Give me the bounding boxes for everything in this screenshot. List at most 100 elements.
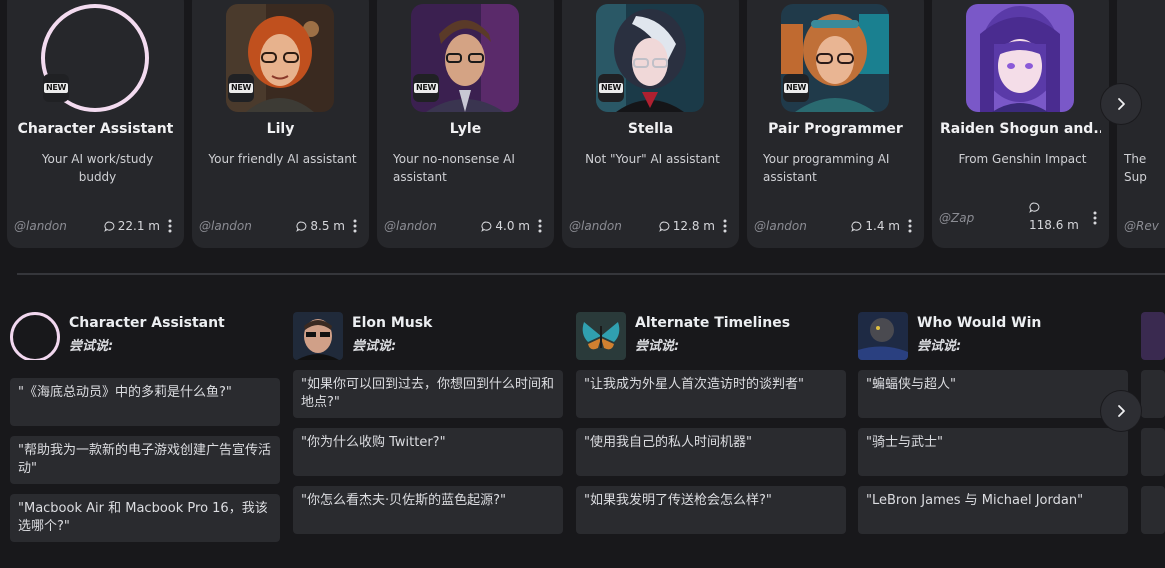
creator-handle[interactable]: @Zap <box>939 211 1029 225</box>
character-card[interactable]: Raiden Shogun and... From Genshin Impact… <box>932 0 1109 248</box>
character-card[interactable]: NEW Lily Your friendly AI assistant @lan… <box>192 0 369 248</box>
character-footer: @landon 12.8 m <box>569 217 731 235</box>
kebab-menu-icon[interactable] <box>904 219 916 233</box>
suggestion-prompt[interactable]: "Macbook Air 和 Macbook Pro 16，我该选哪个?" <box>10 494 280 542</box>
kebab-menu-icon[interactable] <box>1089 211 1101 225</box>
suggestion-prompt[interactable] <box>1141 486 1165 534</box>
new-badge: NEW <box>783 74 809 102</box>
avatar: NEW <box>781 4 889 112</box>
avatar <box>576 312 626 360</box>
character-footer: @landon 22.1 m <box>14 217 176 235</box>
avatar <box>966 4 1074 112</box>
creator-handle[interactable]: @landon <box>569 219 659 233</box>
suggestion-prompt[interactable]: "如果我发明了传送枪会怎么样?" <box>576 486 846 534</box>
character-footer: @Rev <box>1124 217 1165 235</box>
avatar-ring <box>10 312 60 360</box>
avatar <box>293 312 343 360</box>
chat-count-value: 8.5 m <box>310 219 345 233</box>
chat-count-value: 4.0 m <box>495 219 530 233</box>
suggestion-prompt[interactable]: "让我成为外星人首次造访时的谈判者" <box>576 370 846 418</box>
chat-count: 4.0 m <box>481 219 530 233</box>
avatar: NEW <box>226 4 334 112</box>
avatar-image <box>966 4 1074 112</box>
suggestion-header[interactable]: Alternate Timelines 尝试说: <box>576 312 846 362</box>
new-badge: NEW <box>598 74 624 102</box>
avatar: NEW <box>411 4 519 112</box>
suggestion-prompt[interactable]: "LeBron James 与 Michael Jordan" <box>858 486 1128 534</box>
suggestion-prompt[interactable] <box>1141 428 1165 476</box>
suggestion-prompt[interactable]: "你怎么看杰夫·贝佐斯的蓝色起源?" <box>293 486 563 534</box>
chat-bubble-icon <box>481 221 492 232</box>
avatar: NEW <box>596 4 704 112</box>
character-name: Pair Programmer <box>768 121 903 137</box>
character-description: Your AI work/study buddy <box>41 152 154 184</box>
suggestion-prompt[interactable]: "使用我自己的私人时间机器" <box>576 428 846 476</box>
suggestion-column: Character Assistant 尝试说: "《海底总动员》中的多莉是什么… <box>10 312 280 542</box>
chevron-right-icon <box>1118 98 1125 110</box>
chat-count: 8.5 m <box>296 219 345 233</box>
suggestion-prompt[interactable]: "骑士与武士" <box>858 428 1128 476</box>
character-name: Raiden Shogun and... <box>940 121 1101 137</box>
kebab-menu-icon[interactable] <box>164 219 176 233</box>
character-footer: @landon 1.4 m <box>754 217 916 235</box>
character-card[interactable]: NEW Character Assistant Your AI work/stu… <box>7 0 184 248</box>
character-description: Not "Your" AI assistant <box>585 152 720 166</box>
suggestion-title: Alternate Timelines <box>635 315 791 331</box>
suggestion-header[interactable]: Elon Musk 尝试说: <box>293 312 563 362</box>
creator-handle[interactable]: @landon <box>199 219 296 233</box>
try-saying-label: 尝试说: <box>635 339 680 354</box>
chat-count-value: 118.6 m <box>1029 218 1079 232</box>
suggestions-next-button[interactable] <box>1101 391 1141 431</box>
try-saying-label: 尝试说: <box>352 339 397 354</box>
character-name: Character Assistant <box>17 121 174 137</box>
character-carousel: NEW Character Assistant Your AI work/stu… <box>0 0 1165 248</box>
character-description: From Genshin Impact <box>958 152 1087 166</box>
creator-handle[interactable]: @landon <box>384 219 481 233</box>
character-card[interactable]: NEW Stella Not "Your" AI assistant @land… <box>562 0 739 248</box>
suggestion-prompt[interactable]: "如果你可以回到过去，你想回到什么时间和地点?" <box>293 370 563 418</box>
chat-bubble-icon <box>1029 202 1040 213</box>
chat-count: 12.8 m <box>658 219 715 233</box>
chat-bubble-icon <box>103 221 115 232</box>
suggestion-header[interactable]: Character Assistant 尝试说: <box>10 312 280 362</box>
chat-bubble-icon <box>658 221 670 232</box>
character-description: Your programming AI assistant <box>763 152 890 184</box>
new-badge: NEW <box>228 74 254 102</box>
chat-count: 22.1 m <box>103 219 160 233</box>
suggestion-column <box>1141 312 1165 542</box>
creator-handle[interactable]: @landon <box>754 219 851 233</box>
new-badge: NEW <box>43 74 69 102</box>
chat-count-value: 12.8 m <box>672 219 715 233</box>
character-footer: @Zap 118.6 m <box>939 200 1101 236</box>
character-description: Your friendly AI assistant <box>208 152 357 166</box>
creator-handle[interactable]: @landon <box>14 219 104 233</box>
kebab-menu-icon[interactable] <box>349 219 361 233</box>
character-card[interactable]: The Sup @Rev <box>1117 0 1165 248</box>
suggestion-header[interactable]: Who Would Win 尝试说: <box>858 312 1128 362</box>
kebab-menu-icon[interactable] <box>534 219 546 233</box>
suggestion-prompt[interactable]: "帮助我为一款新的电子游戏创建广告宣传活动" <box>10 436 280 484</box>
avatar <box>1141 312 1165 360</box>
suggestion-column: Alternate Timelines 尝试说: "让我成为外星人首次造访时的谈… <box>576 312 846 534</box>
suggestion-prompt[interactable]: "《海底总动员》中的多莉是什么鱼?" <box>10 378 280 426</box>
character-name: Lyle <box>449 121 482 137</box>
character-card[interactable]: NEW Pair Programmer Your programming AI … <box>747 0 924 248</box>
creator-handle[interactable]: @Rev <box>1124 219 1165 233</box>
suggestion-column: Who Would Win 尝试说: "蝙蝠侠与超人" "骑士与武士" "LeB… <box>858 312 1128 534</box>
avatar <box>858 312 908 360</box>
character-footer: @landon 8.5 m <box>199 217 361 235</box>
carousel-next-button[interactable] <box>1101 84 1141 124</box>
suggestion-prompt[interactable]: "蝙蝠侠与超人" <box>858 370 1128 418</box>
suggestion-prompt[interactable] <box>1141 370 1165 418</box>
chevron-right-icon <box>1118 405 1125 417</box>
chat-count: 1.4 m <box>851 219 900 233</box>
character-card[interactable]: NEW Lyle Your no-nonsense AI assistant @… <box>377 0 554 248</box>
kebab-menu-icon[interactable] <box>719 219 731 233</box>
section-divider <box>17 273 1165 275</box>
try-saying-label: 尝试说: <box>917 339 962 354</box>
page: NEW Character Assistant Your AI work/stu… <box>0 0 1165 568</box>
suggestion-prompt[interactable]: "你为什么收购 Twitter?" <box>293 428 563 476</box>
suggestion-column: Elon Musk 尝试说: "如果你可以回到过去，你想回到什么时间和地点?" … <box>293 312 563 534</box>
chat-count-value: 22.1 m <box>117 219 160 233</box>
suggestion-title: Character Assistant <box>69 315 225 331</box>
